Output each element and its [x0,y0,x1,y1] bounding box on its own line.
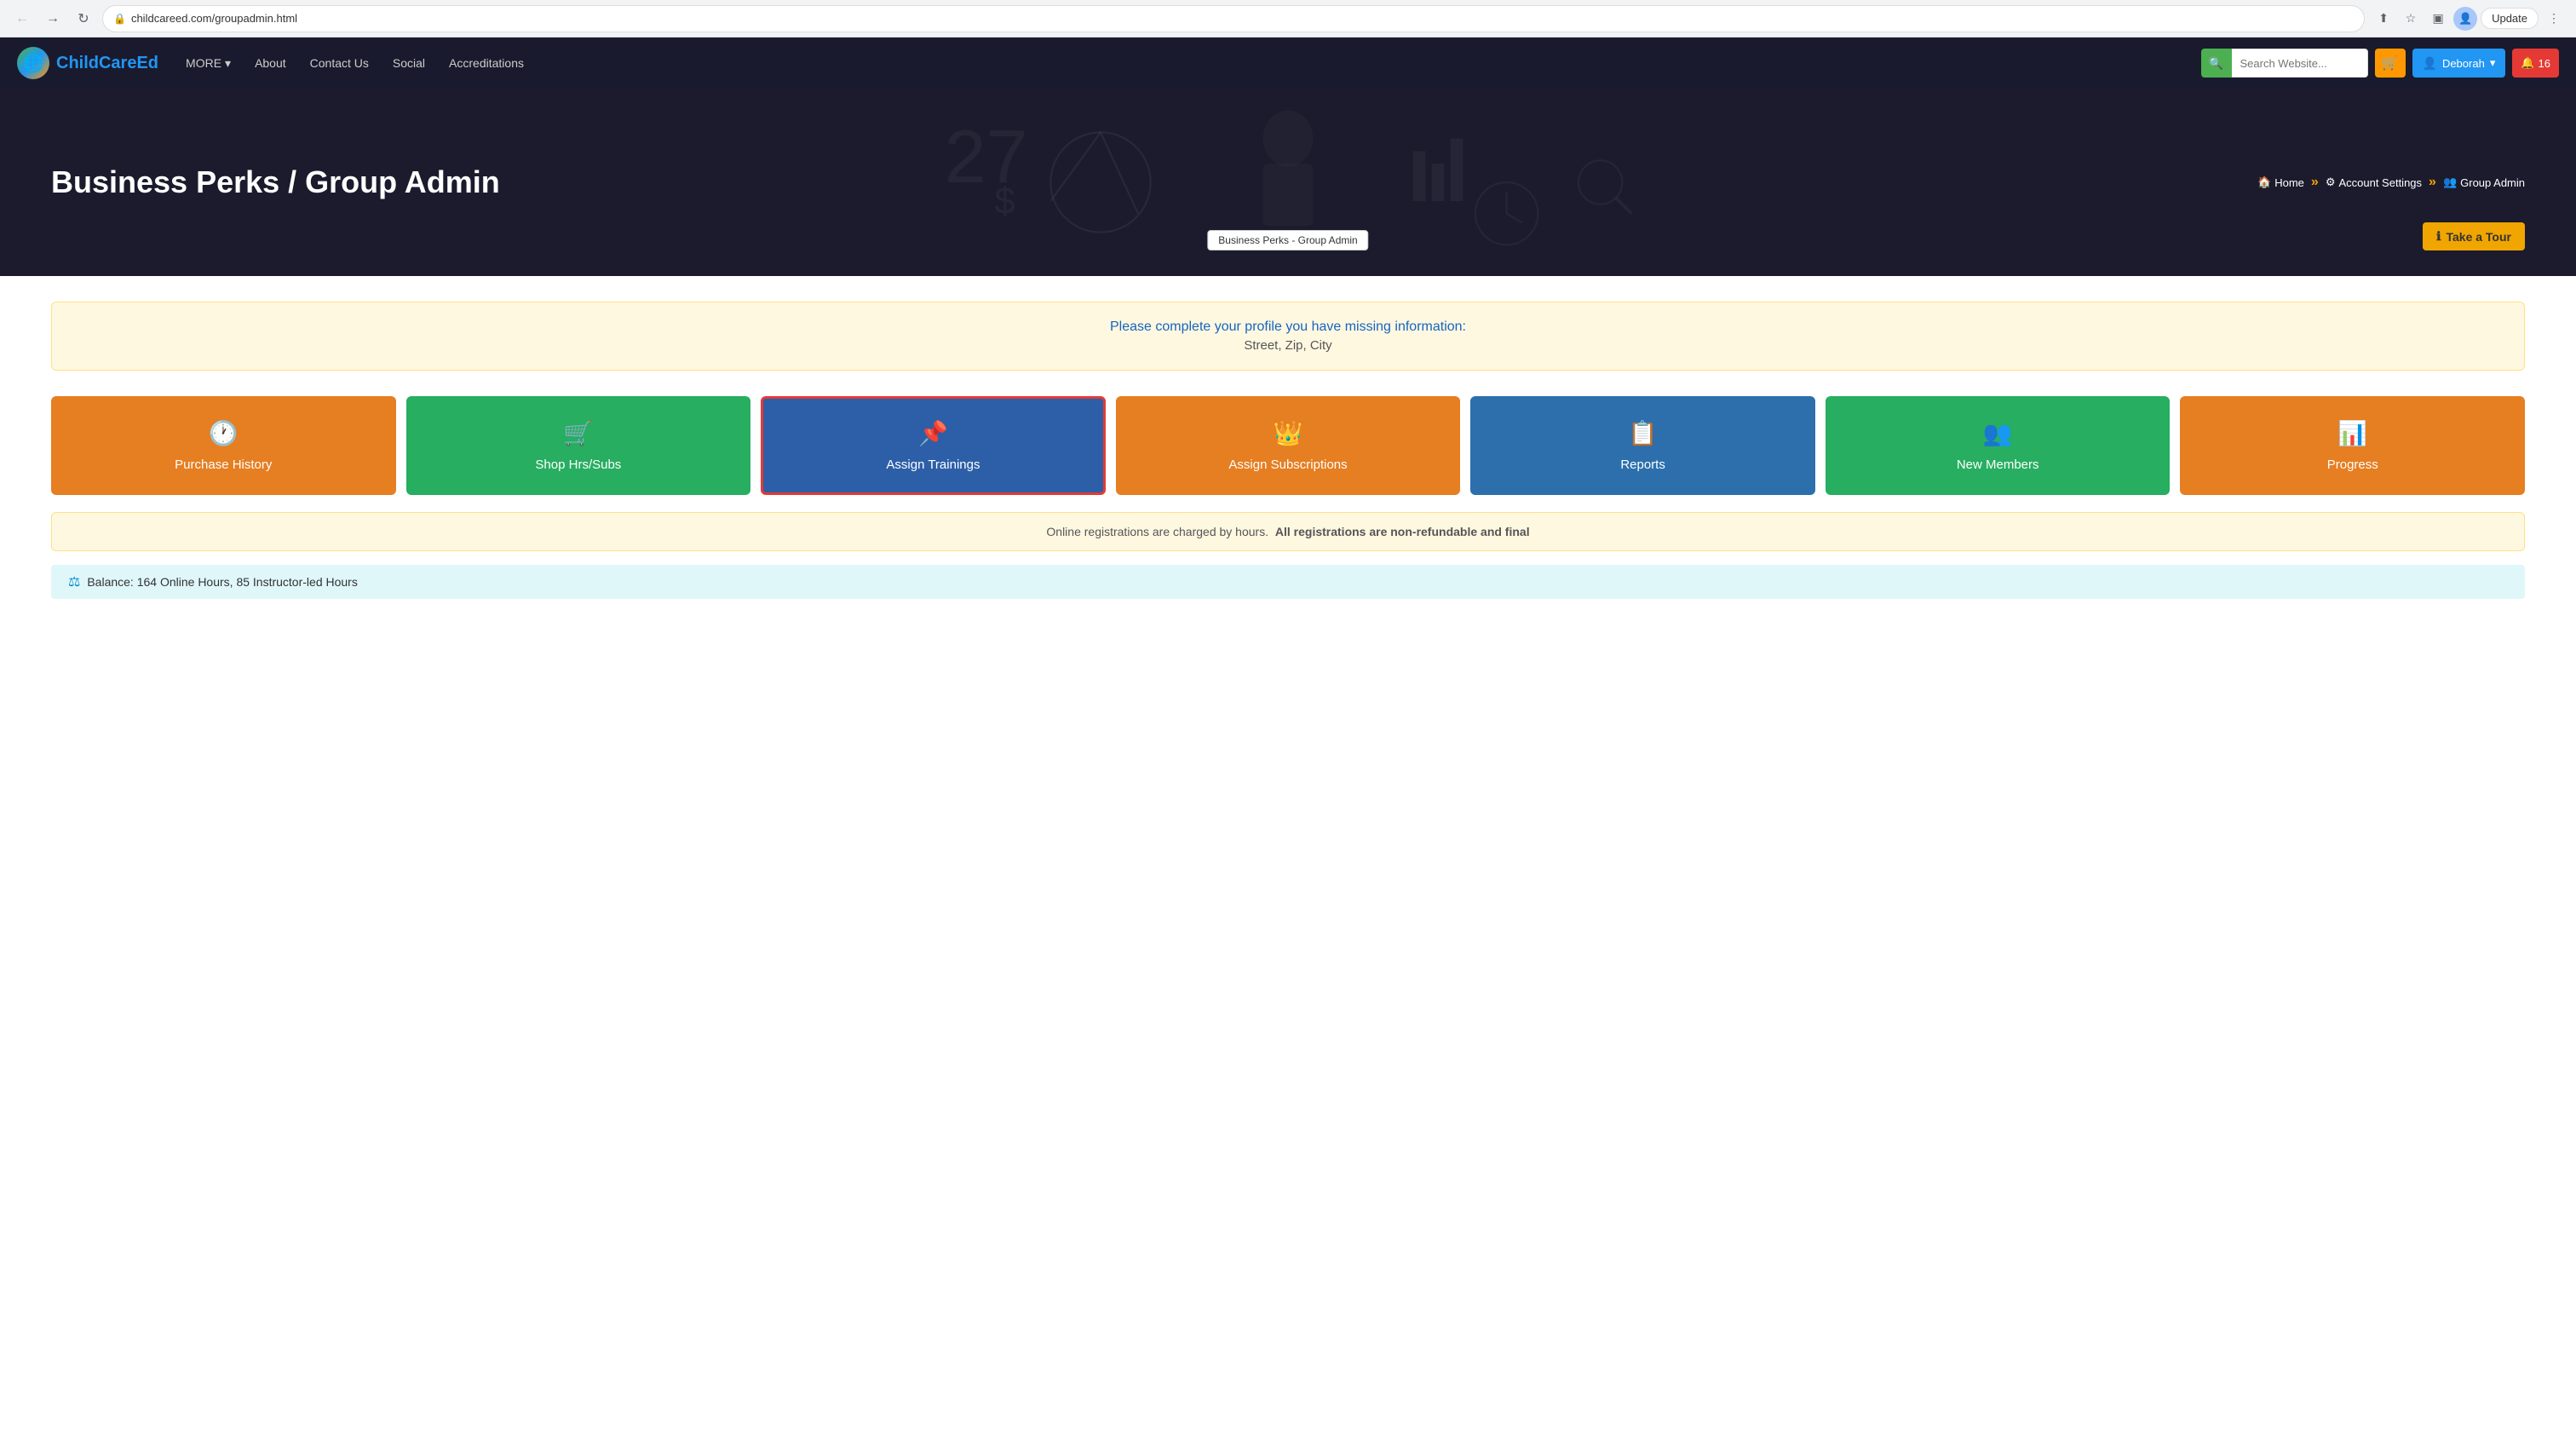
bell-icon: 🔔 [2521,56,2534,70]
site-logo[interactable]: 🌐 ChildCareEd [17,47,158,79]
hero-tooltip: Business Perks - Group Admin [1207,230,1368,250]
info-icon: ℹ [2436,229,2441,244]
nav-social[interactable]: Social [382,49,435,77]
nav-about[interactable]: About [244,49,296,77]
url-text: childcareed.com/groupadmin.html [131,12,297,25]
progress-label: Progress [2327,458,2378,472]
settings-icon: ⚙ [2326,176,2336,189]
bookmark-icon[interactable]: ☆ [2399,7,2423,31]
breadcrumb-sep-2: » [2429,175,2436,190]
home-icon: 🏠 [2257,176,2271,189]
logo-text: ChildCareEd [56,54,158,73]
action-grid: 🕐 Purchase History 🛒 Shop Hrs/Subs 📌 Ass… [51,396,2525,495]
search-button[interactable]: 🔍 [2201,49,2232,78]
hero-section: 27 $ Business Perks / Group Admin 🏠 [0,89,2576,276]
balance-text: Balance: 164 Online Hours, 85 Instructor… [87,575,358,589]
info-banner: Online registrations are charged by hour… [51,512,2525,551]
hero-title: Business Perks / Group Admin [51,164,2525,200]
nav-right: 🔍 🛒 👤 Deborah ▾ 🔔 16 [2201,49,2560,78]
info-bold-text: All registrations are non-refundable and… [1275,525,1530,538]
shop-hrs-subs-label: Shop Hrs/Subs [535,458,621,472]
breadcrumb-current: 👥 Group Admin [2443,176,2525,189]
breadcrumb: 🏠 Home » ⚙ Account Settings » 👥 Group Ad… [2257,175,2525,190]
logo-globe: 🌐 [17,47,49,79]
update-button[interactable]: Update [2481,8,2539,29]
reports-card[interactable]: 📋 Reports [1470,396,1815,495]
reports-label: Reports [1620,458,1665,472]
assign-subscriptions-icon: 👑 [1274,419,1303,447]
breadcrumb-home[interactable]: 🏠 Home [2257,176,2304,189]
progress-card[interactable]: 📊 Progress [2180,396,2525,495]
assign-subscriptions-card[interactable]: 👑 Assign Subscriptions [1116,396,1461,495]
user-label: Deborah [2442,57,2485,70]
user-dropdown-icon: ▾ [2490,56,2496,70]
assign-trainings-icon: 📌 [918,419,948,447]
more-dropdown[interactable]: MORE ▾ [175,49,241,78]
nav-links: MORE ▾ About Contact Us Social Accredita… [175,49,2183,78]
purchase-history-icon: 🕐 [209,419,239,447]
purchase-history-label: Purchase History [175,458,272,472]
alert-detail: Street, Zip, City [69,338,2507,353]
new-members-icon: 👥 [1983,419,2013,447]
alert-link[interactable]: Please complete your profile you have mi… [69,319,2507,335]
assign-trainings-card[interactable]: 📌 Assign Trainings [761,396,1106,495]
alert-banner: Please complete your profile you have mi… [51,302,2525,371]
shop-hrs-subs-icon: 🛒 [563,419,593,447]
search-input[interactable] [2232,49,2368,78]
main-content: Please complete your profile you have mi… [0,276,2576,624]
info-text-before: Online registrations are charged by hour… [1046,525,1268,538]
nav-accreditations[interactable]: Accreditations [439,49,534,77]
user-button[interactable]: 👤 Deborah ▾ [2412,49,2506,78]
reports-icon: 📋 [1628,419,1658,447]
cart-button[interactable]: 🛒 [2375,49,2406,78]
reload-button[interactable]: ↻ [72,7,95,31]
share-icon[interactable]: ⬆ [2372,7,2395,31]
breadcrumb-account-settings[interactable]: ⚙ Account Settings [2326,176,2422,189]
new-members-card[interactable]: 👥 New Members [1826,396,2171,495]
purchase-history-card[interactable]: 🕐 Purchase History [51,396,396,495]
assign-trainings-label: Assign Trainings [886,458,980,472]
notification-button[interactable]: 🔔 16 [2512,49,2559,78]
user-icon: 👤 [2423,56,2437,71]
chevron-down-icon: ▾ [225,56,231,71]
browser-chrome: ← → ↻ 🔒 childcareed.com/groupadmin.html … [0,0,2576,37]
notification-count: 16 [2539,57,2550,70]
hero-content: Business Perks / Group Admin [0,164,2576,200]
lock-icon: 🔒 [113,13,126,25]
profile-icon[interactable]: 👤 [2453,7,2477,31]
assign-subscriptions-label: Assign Subscriptions [1228,458,1347,472]
breadcrumb-sep-1: » [2311,175,2319,190]
forward-button[interactable]: → [41,7,65,31]
tab-icon[interactable]: ▣ [2426,7,2450,31]
nav-contact-us[interactable]: Contact Us [300,49,379,77]
site-navbar: 🌐 ChildCareEd MORE ▾ About Contact Us So… [0,37,2576,89]
new-members-label: New Members [1957,458,2039,472]
balance-bar: ⚖ Balance: 164 Online Hours, 85 Instruct… [51,565,2525,599]
progress-icon: 📊 [2337,419,2367,447]
search-container: 🔍 [2201,49,2368,78]
take-a-tour-button[interactable]: ℹ Take a Tour [2423,222,2525,250]
group-icon: 👥 [2443,176,2457,189]
address-bar: 🔒 childcareed.com/groupadmin.html [102,5,2365,32]
balance-icon: ⚖ [68,573,80,590]
back-button[interactable]: ← [10,7,34,31]
menu-dots-icon[interactable]: ⋮ [2542,7,2566,31]
shop-hrs-subs-card[interactable]: 🛒 Shop Hrs/Subs [406,396,751,495]
browser-right-icons: ⬆ ☆ ▣ 👤 Update ⋮ [2372,7,2566,31]
